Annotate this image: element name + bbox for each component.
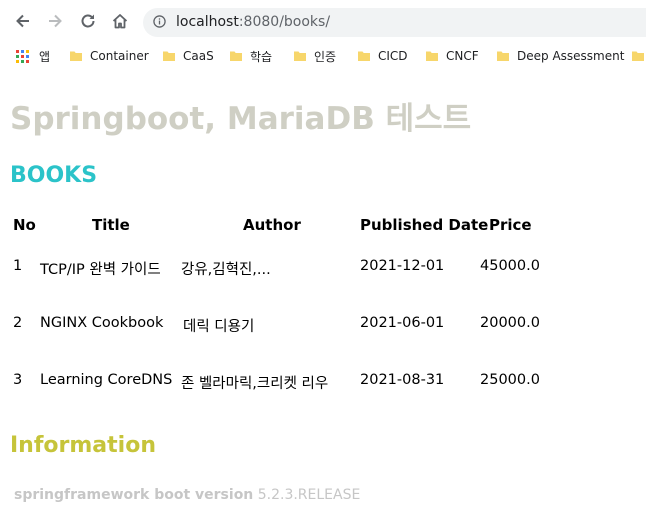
version-label: springframework boot version — [14, 487, 254, 503]
cell-price: 45000.0 — [480, 258, 540, 274]
back-button[interactable] — [13, 11, 33, 31]
cell-no: 3 — [13, 372, 23, 388]
home-icon — [112, 14, 128, 29]
version-line: springframework boot version 5.2.3.RELEA… — [14, 487, 360, 503]
folder-icon — [163, 51, 175, 61]
back-arrow-icon — [16, 14, 29, 28]
folder-icon — [294, 51, 306, 61]
bookmark-overflow[interactable] — [632, 47, 646, 65]
cell-author: 존 벨라마릭,크리켓 리우 — [181, 376, 329, 392]
cell-title: NGINX Cookbook — [40, 315, 164, 331]
cell-price: 20000.0 — [480, 315, 540, 331]
bookmark-cncf[interactable]: CNCF — [426, 47, 479, 65]
folder-icon — [632, 51, 644, 61]
cell-author: 강유,김혁진,... — [181, 262, 271, 278]
information-heading: Information — [10, 433, 156, 458]
column-header-no: No — [13, 216, 36, 234]
bookmark-deep-assessment[interactable]: Deep Assessment — [497, 47, 624, 65]
cell-published-date: 2021-06-01 — [360, 315, 445, 331]
bookmark-label: CNCF — [446, 49, 479, 63]
reload-icon — [81, 14, 95, 28]
cell-no: 1 — [13, 258, 23, 274]
url-host: localhost — [176, 14, 239, 30]
reload-button[interactable] — [78, 11, 98, 31]
bookmark-label: Deep Assessment — [517, 49, 625, 63]
home-button[interactable] — [110, 11, 130, 31]
bookmark-apps[interactable]: 앱 — [16, 47, 50, 65]
cell-title: Learning CoreDNS — [40, 372, 173, 388]
info-icon[interactable] — [153, 15, 166, 28]
cell-title: TCP/IP 완벽 가이드 — [40, 262, 161, 278]
browser-toolbar: localhost:8080/books/ — [0, 0, 646, 42]
folder-icon — [358, 51, 370, 61]
bookmark-container[interactable]: Container — [70, 47, 149, 65]
bookmark-caas[interactable]: CaaS — [163, 47, 214, 65]
cell-published-date: 2021-08-31 — [360, 372, 445, 388]
bookmark-label: 학습 — [250, 49, 273, 64]
bookmark-study[interactable]: 학습 — [230, 47, 272, 65]
bookmarks-bar: 앱 Container CaaS 학습 인증 CICD CNCF Deep As… — [0, 42, 646, 70]
cell-author: 데릭 디용기 — [183, 319, 255, 335]
bookmark-label: CaaS — [183, 49, 214, 63]
cell-published-date: 2021-12-01 — [360, 258, 445, 274]
column-header-published-date: Published Date — [360, 216, 489, 234]
books-heading: BOOKS — [10, 163, 98, 188]
bookmark-cert[interactable]: 인증 — [294, 47, 336, 65]
cell-price: 25000.0 — [480, 372, 540, 388]
column-header-title: Title — [92, 216, 130, 234]
apps-grid-icon — [16, 49, 29, 63]
address-bar[interactable]: localhost:8080/books/ — [143, 8, 646, 37]
bookmark-label: Container — [90, 49, 149, 63]
folder-icon — [497, 51, 509, 61]
folder-icon — [230, 51, 242, 61]
page-title: Springboot, MariaDB 테스트 — [10, 101, 472, 137]
folder-icon — [426, 51, 438, 61]
bookmark-cicd[interactable]: CICD — [358, 47, 408, 65]
cell-no: 2 — [13, 315, 23, 331]
forward-button[interactable] — [45, 11, 65, 31]
url-path: :8080/books/ — [238, 14, 331, 30]
column-header-author: Author — [243, 216, 301, 234]
folder-icon — [70, 51, 82, 61]
url-text[interactable]: localhost:8080/books/ — [176, 14, 330, 30]
bookmark-label: CICD — [378, 49, 408, 63]
forward-arrow-icon — [49, 14, 62, 28]
bookmark-apps-label: 앱 — [39, 49, 51, 64]
column-header-price: Price — [489, 216, 532, 234]
bookmark-label: 인증 — [314, 49, 337, 64]
version-value: 5.2.3.RELEASE — [257, 487, 361, 503]
